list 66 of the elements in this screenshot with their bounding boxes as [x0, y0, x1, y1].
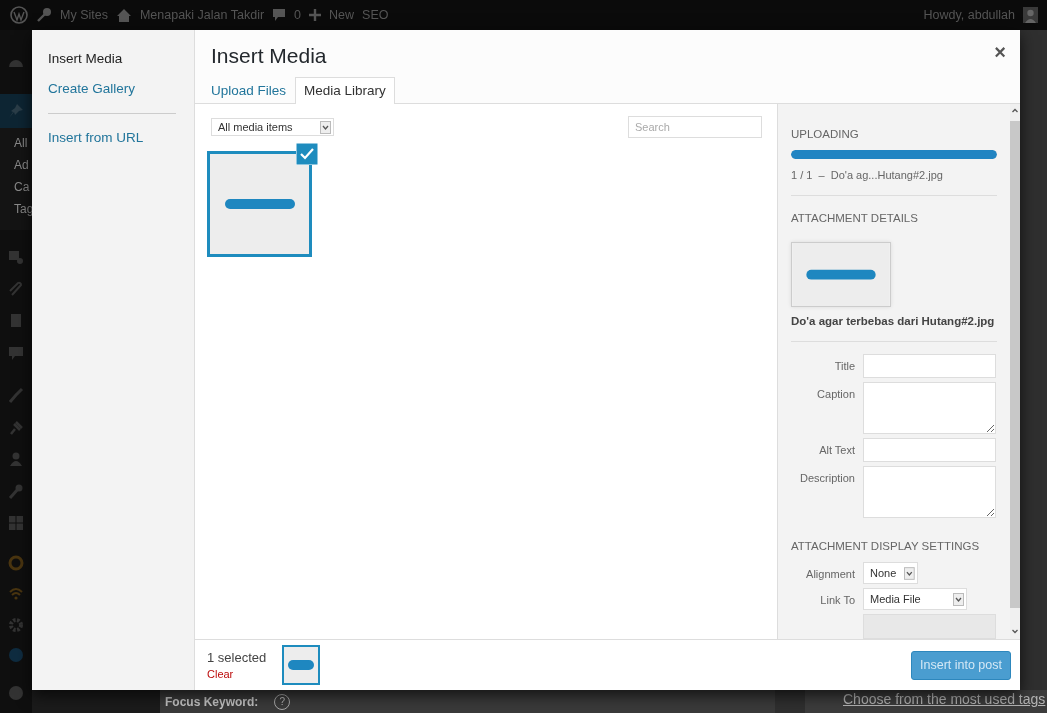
field-label: Alt Text — [818, 443, 855, 457]
alignment-select[interactable]: None — [863, 562, 918, 585]
selection-count: 1 selected — [207, 650, 267, 665]
grid-icon[interactable] — [8, 515, 24, 531]
person-icon[interactable] — [8, 451, 24, 467]
media-menu-item[interactable]: Insert from URL — [48, 113, 176, 149]
seo-link[interactable]: SEO — [362, 8, 389, 22]
check-icon — [296, 143, 318, 165]
wordpress-logo-icon[interactable] — [10, 6, 28, 24]
pages-icon[interactable] — [8, 313, 24, 329]
plus-icon — [309, 9, 322, 21]
user-greeting[interactable]: Howdy, abdullah — [923, 8, 1015, 22]
caret-icon — [953, 592, 964, 606]
close-button[interactable]: × — [992, 40, 1008, 64]
field-label: Link To — [819, 593, 855, 607]
key-icon — [36, 7, 52, 23]
house-icon — [115, 7, 132, 23]
search-field[interactable]: Search — [628, 116, 762, 138]
media-icon[interactable] — [8, 249, 24, 265]
input-field[interactable] — [863, 354, 996, 379]
my-sites-link[interactable]: My Sites — [60, 8, 108, 22]
input-field[interactable] — [863, 438, 996, 463]
paperclip-icon[interactable] — [8, 281, 24, 297]
brush-icon[interactable] — [8, 387, 24, 403]
media-tab[interactable]: Upload Files — [202, 77, 296, 104]
focus-keyword-label: Focus Keyword: — [165, 694, 259, 709]
field-label: Description — [798, 471, 855, 485]
wifi-icon[interactable] — [8, 585, 24, 601]
submenu-item[interactable]: Ad — [0, 154, 32, 176]
submenu-item[interactable]: Ca — [0, 176, 32, 198]
comment-icon[interactable] — [8, 345, 24, 361]
link-to-select[interactable]: Media File — [863, 588, 967, 611]
text-area[interactable] — [863, 466, 996, 519]
comment-bubble-icon — [272, 8, 287, 22]
plug-icon[interactable] — [8, 419, 24, 435]
wrench-icon[interactable] — [8, 483, 24, 499]
insert-into-post-button[interactable]: Insert into post — [911, 650, 1011, 680]
display-settings-heading: ATTACHMENT DISPLAY SETTINGS — [791, 540, 981, 553]
submenu-item[interactable]: All — [0, 132, 32, 154]
selected-thumbnail[interactable] — [282, 645, 321, 685]
media-filter-select[interactable]: All media items — [211, 118, 334, 136]
site-name-link[interactable]: Menapaki Jalan Takdir — [139, 8, 265, 22]
attachment-thumbnail[interactable] — [207, 151, 312, 257]
scrollbar[interactable] — [1010, 104, 1020, 641]
caret-icon — [904, 566, 915, 580]
avatar-icon — [1023, 7, 1038, 23]
text-area[interactable] — [863, 382, 996, 435]
uploading-heading: UPLOADING — [791, 128, 860, 140]
attachment-filename: Do'a agar terbebas dari Hutang#2.jpg — [791, 315, 996, 328]
media-tab[interactable]: Media Library — [295, 77, 395, 104]
caret-icon — [320, 120, 331, 134]
upload-status: 1 / 1 – Do'a ag...Hutang#2.jpg — [791, 168, 944, 181]
media-menu-item[interactable]: Create Gallery — [48, 77, 136, 100]
attachment-details-heading: ATTACHMENT DETAILS — [791, 211, 919, 224]
comment-count[interactable]: 0 — [294, 8, 302, 22]
ring-icon[interactable] — [8, 555, 24, 571]
image-placeholder — [224, 199, 295, 209]
clear-link[interactable]: Clear — [207, 668, 267, 680]
field-label: Title — [833, 359, 855, 373]
new-link[interactable]: New — [329, 8, 355, 22]
media-menu-item[interactable]: Insert Media — [48, 47, 123, 70]
check-circle-icon[interactable] — [8, 647, 24, 663]
modal-title: Insert Media — [211, 44, 327, 68]
field-label: Caption — [816, 387, 855, 401]
field-label: Alignment — [805, 567, 855, 581]
most-used-tags-link[interactable]: Choose from the most used tags — [843, 692, 1046, 706]
